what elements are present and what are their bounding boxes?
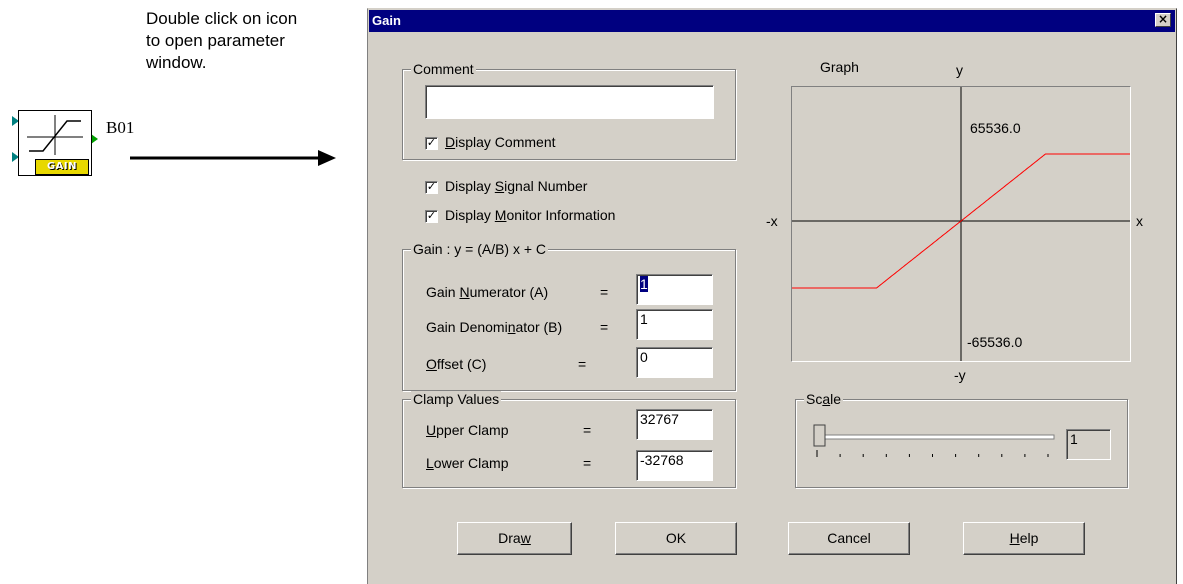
display-comment-checkbox[interactable]: ✓ <box>425 137 438 150</box>
lower-clamp-input[interactable]: -32768 <box>636 450 713 481</box>
clamp-group-label: Clamp Values <box>411 391 502 407</box>
graph-neg-y-label: -y <box>954 367 966 383</box>
arrow-icon <box>130 150 336 166</box>
upper-clamp-eq: = <box>583 422 592 438</box>
display-monitor-info-label[interactable]: Display Monitor Information <box>445 207 615 223</box>
scale-slider-track <box>815 434 1055 440</box>
gain-denominator-label: Gain Denominator (B) <box>426 319 563 335</box>
graph-y-max-label: 65536.0 <box>970 120 1021 136</box>
offset-input[interactable]: 0 <box>636 347 713 378</box>
graph-plot <box>792 87 1130 361</box>
instruction-line-1: Double click on icon <box>146 9 298 28</box>
help-button[interactable]: Help <box>963 522 1085 555</box>
title-bar[interactable]: Gain × <box>369 10 1175 32</box>
gain-group-label: Gain : y = (A/B) x + C <box>411 241 549 257</box>
graph-y-min-label: -65536.0 <box>967 334 1023 350</box>
instruction-text: Double click on icon to open parameter w… <box>146 8 371 74</box>
dialog-title: Gain <box>372 13 401 28</box>
gain-numerator-label: Gain Numerator (A) <box>426 284 549 300</box>
block-type-label: GAIN <box>35 159 89 175</box>
display-monitor-info-checkbox[interactable]: ✓ <box>425 210 438 223</box>
display-signal-number-label[interactable]: Display Signal Number <box>445 178 587 194</box>
block-frame: GAIN <box>18 110 92 176</box>
offset-eq: = <box>578 356 587 372</box>
comment-group-label: Comment <box>411 61 476 77</box>
gain-block-icon[interactable]: GAIN <box>12 106 98 176</box>
comment-group-label-text: Comment <box>413 61 474 77</box>
lower-clamp-label: Lower Clamp <box>426 455 509 471</box>
instruction-line-3: window. <box>146 53 207 72</box>
comment-input[interactable] <box>425 85 714 119</box>
offset-label: Offset (C) <box>426 356 487 372</box>
graph-x-label: x <box>1136 213 1143 229</box>
block-id-label: B01 <box>106 118 135 137</box>
scale-group-label: Scale <box>804 391 844 407</box>
scale-slider-thumb <box>813 424 826 447</box>
graph-y-label: y <box>956 62 963 78</box>
scale-slider-ticks <box>816 450 1049 457</box>
scale-slider[interactable] <box>812 424 1057 464</box>
scale-value-field: 1 <box>1066 429 1111 460</box>
upper-clamp-label: Upper Clamp <box>426 422 509 438</box>
close-icon: × <box>1157 12 1169 26</box>
gain-numerator-input[interactable]: 1 <box>636 274 713 305</box>
upper-clamp-input[interactable]: 32767 <box>636 409 713 440</box>
ok-button[interactable]: OK <box>615 522 737 555</box>
gain-dialog: Gain × Comment ✓ Display Comment ✓ Displ… <box>367 8 1177 584</box>
instruction-line-2: to open parameter <box>146 31 285 50</box>
gain-numerator-eq: = <box>600 284 609 300</box>
gain-numerator-value: 1 <box>640 276 648 292</box>
cancel-button[interactable]: Cancel <box>788 522 910 555</box>
output-port[interactable] <box>91 134 98 144</box>
graph-title: Graph <box>820 59 859 75</box>
display-signal-number-checkbox[interactable]: ✓ <box>425 181 438 194</box>
draw-button[interactable]: Draw <box>457 522 572 555</box>
gain-curve-icon <box>27 115 83 155</box>
gain-denominator-input[interactable]: 1 <box>636 309 713 340</box>
gain-denominator-eq: = <box>600 319 609 335</box>
display-comment-label[interactable]: Display Comment <box>445 134 556 150</box>
lower-clamp-eq: = <box>583 455 592 471</box>
graph-area: 65536.0 -65536.0 <box>791 86 1131 362</box>
close-button[interactable]: × <box>1155 13 1171 27</box>
graph-neg-x-label: -x <box>766 213 778 229</box>
